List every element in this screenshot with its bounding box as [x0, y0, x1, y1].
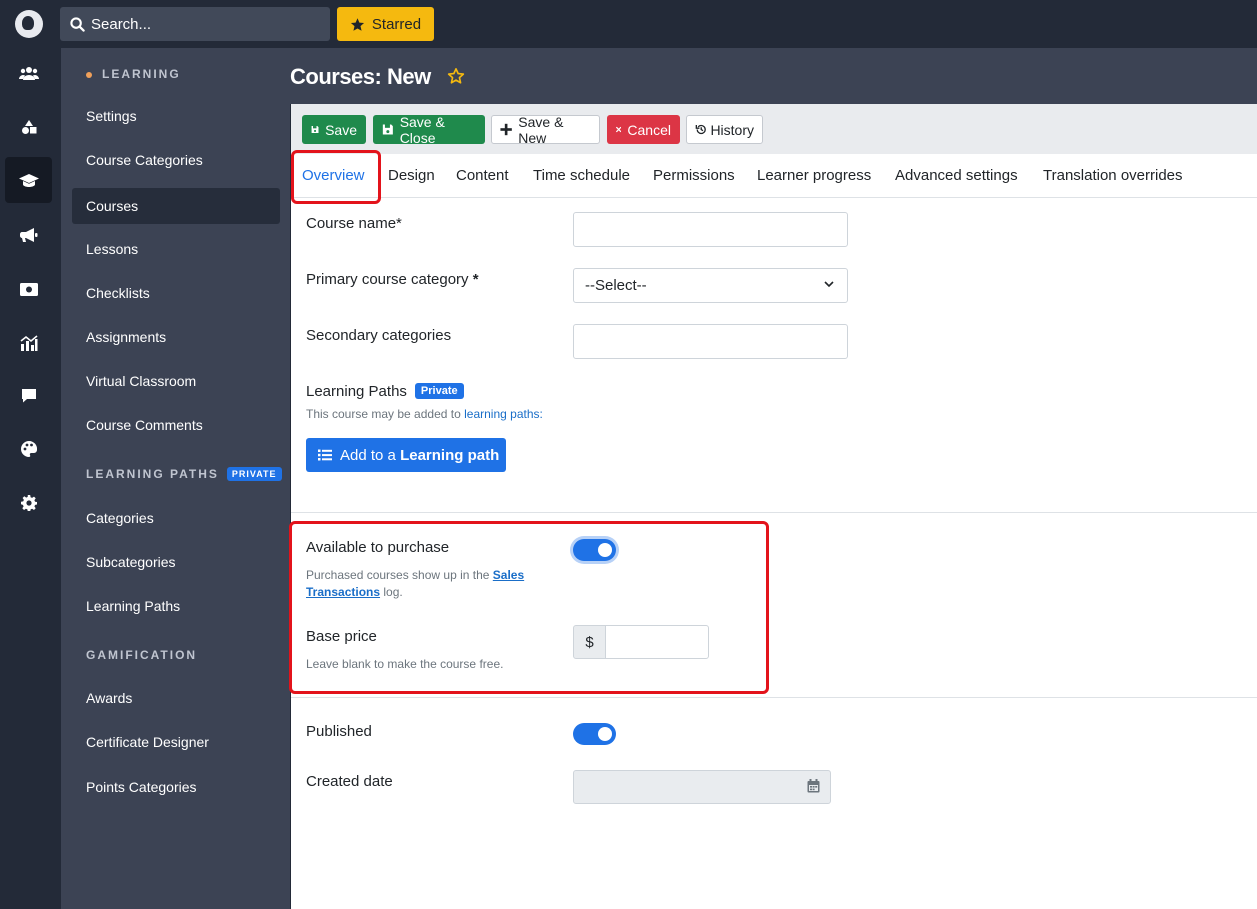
sidebar-item-assignments[interactable]: Assignments [72, 319, 280, 355]
section-divider [291, 512, 1257, 513]
page-header: Courses: New [290, 48, 1257, 104]
add-path-label: Add to a Learning path [340, 446, 500, 464]
history-icon [695, 124, 706, 135]
created-date-label: Created date [306, 773, 393, 790]
search-input[interactable]: Search... [60, 7, 330, 41]
tab-content[interactable]: Content [456, 167, 509, 184]
sidebar-item-learning-paths[interactable]: Learning Paths [72, 588, 280, 624]
sidebar-item-categories[interactable]: Categories [72, 500, 280, 536]
save-new-button[interactable]: Save & New [491, 114, 600, 146]
tab-advanced-settings[interactable]: Advanced settings [895, 167, 1018, 184]
tab-time-schedule[interactable]: Time schedule [533, 167, 630, 184]
secondary-categories-label: Secondary categories [306, 327, 452, 344]
purchase-section-highlight [289, 521, 769, 694]
toolbar: Save Save & Close Save & New Cancel Hist… [291, 104, 1257, 154]
required-asterisk: * [472, 271, 479, 288]
created-date-input[interactable] [573, 770, 831, 804]
app-logo-icon[interactable] [15, 10, 43, 38]
primary-category-value: --Select-- [585, 277, 647, 294]
course-name-label: Course name* [306, 215, 402, 232]
floppy-icon [382, 124, 393, 135]
favorite-star-icon[interactable] [447, 67, 465, 91]
sidebar-item-lessons[interactable]: Lessons [72, 231, 280, 267]
calendar-icon[interactable] [807, 779, 820, 793]
course-name-input[interactable] [573, 212, 848, 247]
plus-icon [500, 123, 512, 136]
search-icon [70, 16, 85, 32]
icon-rail [0, 48, 61, 909]
learning-paths-help: This course may be added to learning pat… [306, 407, 543, 421]
save-button[interactable]: Save [302, 115, 366, 144]
users-icon[interactable] [5, 50, 52, 96]
top-bar: Search... Starred [0, 0, 1257, 48]
cancel-button[interactable]: Cancel [607, 115, 680, 144]
palette-icon[interactable] [5, 426, 52, 472]
money-icon[interactable] [5, 266, 52, 312]
starred-button[interactable]: Starred [337, 7, 434, 41]
chart-icon[interactable] [5, 320, 52, 366]
sidebar-item-certificate-designer[interactable]: Certificate Designer [72, 724, 280, 760]
sidebar-section-learning: LEARNING [86, 67, 181, 81]
sidebar-item-awards[interactable]: Awards [72, 680, 280, 716]
list-icon [318, 449, 332, 461]
published-toggle[interactable] [573, 723, 616, 745]
published-label: Published [306, 723, 372, 740]
tab-translation-overrides[interactable]: Translation overrides [1043, 167, 1183, 184]
history-button[interactable]: History [686, 115, 763, 144]
shapes-icon[interactable] [5, 104, 52, 150]
tab-design[interactable]: Design [388, 167, 435, 184]
chevron-down-icon [824, 281, 834, 288]
add-to-learning-path-button[interactable]: Add to a Learning path [306, 438, 506, 472]
star-icon [350, 17, 364, 31]
sidebar-item-course-categories[interactable]: Course Categories [72, 142, 280, 178]
sidebar-item-subcategories[interactable]: Subcategories [72, 544, 280, 580]
sidebar-item-points-categories[interactable]: Points Categories [72, 769, 280, 805]
comment-icon[interactable] [5, 372, 52, 418]
graduation-cap-icon[interactable] [5, 157, 52, 203]
tab-learner-progress[interactable]: Learner progress [757, 167, 871, 184]
section-divider [291, 697, 1257, 698]
sidebar: LEARNING Settings Course Categories Cour… [61, 48, 290, 909]
learning-paths-link[interactable]: learning paths: [464, 407, 543, 421]
sidebar-item-course-comments[interactable]: Course Comments [72, 407, 280, 443]
overview-tab-highlight [291, 150, 381, 204]
megaphone-icon[interactable] [5, 212, 52, 258]
secondary-categories-input[interactable] [573, 324, 848, 359]
search-placeholder: Search... [91, 15, 152, 33]
private-badge: PRIVATE [226, 467, 282, 481]
sidebar-item-settings[interactable]: Settings [72, 98, 280, 134]
tab-permissions[interactable]: Permissions [653, 167, 735, 184]
primary-category-label: Primary course category * [306, 271, 479, 288]
tab-bar: Overview Design Content Time schedule Pe… [291, 154, 1257, 198]
active-dot-icon [86, 72, 92, 78]
page-title: Courses: New [290, 64, 431, 89]
sidebar-item-virtual-classroom[interactable]: Virtual Classroom [72, 363, 280, 399]
learning-paths-label: Learning Paths Private [306, 383, 464, 400]
floppy-icon [311, 126, 319, 133]
primary-category-select[interactable]: --Select-- [573, 268, 848, 303]
sidebar-item-checklists[interactable]: Checklists [72, 275, 280, 311]
gear-icon[interactable] [5, 480, 52, 526]
private-badge: Private [414, 383, 464, 399]
sidebar-item-courses[interactable]: Courses [72, 188, 280, 224]
sidebar-section-learning-paths: LEARNING PATHS PRIVATE [86, 467, 282, 481]
save-close-button[interactable]: Save & Close [373, 114, 485, 146]
close-icon [616, 126, 622, 133]
starred-label: Starred [371, 15, 422, 33]
sidebar-section-gamification: GAMIFICATION [86, 648, 198, 662]
